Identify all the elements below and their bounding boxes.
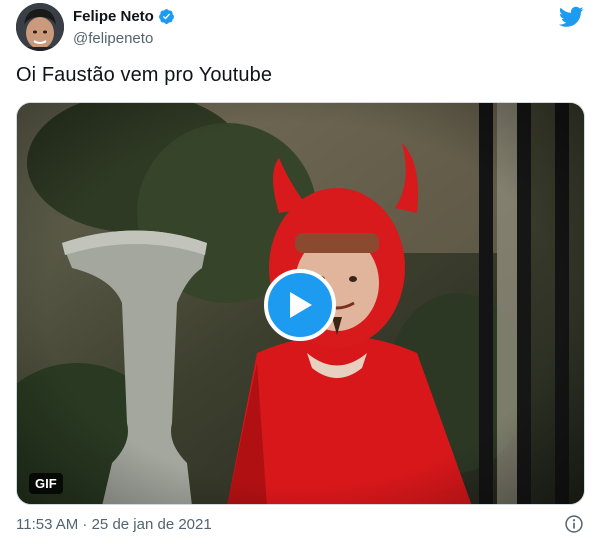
author-handle[interactable]: @felipeneto: [73, 30, 153, 47]
author-name[interactable]: Felipe Neto: [73, 8, 154, 25]
avatar[interactable]: [16, 3, 64, 51]
author-name-row[interactable]: Felipe Neto: [73, 8, 175, 25]
play-icon: [290, 292, 312, 318]
info-icon[interactable]: [564, 514, 584, 534]
media-gif[interactable]: GIF: [16, 102, 585, 505]
verified-badge-icon: [158, 9, 174, 24]
avatar-image: [16, 3, 64, 51]
twitter-bird-icon[interactable]: [559, 6, 584, 28]
tweet-timestamp[interactable]: 11:53 AM · 25 de jan de 2021: [16, 516, 212, 533]
play-button[interactable]: [264, 269, 336, 341]
tweet-text: Oi Faustão vem pro Youtube: [16, 64, 273, 86]
gif-badge: GIF: [29, 473, 63, 494]
